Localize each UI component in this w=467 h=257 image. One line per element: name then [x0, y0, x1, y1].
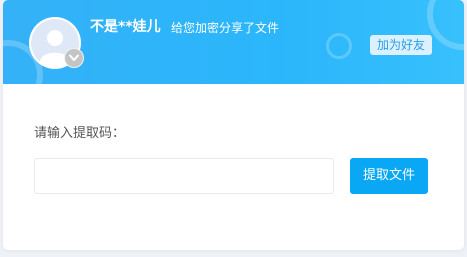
vip-chevron-icon — [69, 54, 79, 61]
extraction-code-input[interactable] — [34, 158, 334, 194]
sharer-name: 不是**娃儿 — [90, 19, 161, 35]
decor-ring-middle — [326, 33, 352, 59]
share-header: 不是**娃儿 给您加密分享了文件 加为好友 — [3, 0, 464, 84]
extraction-code-label: 请输入提取码： — [34, 126, 126, 141]
vip-badge — [64, 48, 84, 68]
decor-ring-right — [427, 0, 464, 50]
extract-file-button[interactable]: 提取文件 — [350, 158, 428, 194]
share-description: 给您加密分享了文件 — [171, 21, 280, 35]
add-friend-button[interactable]: 加为好友 — [370, 35, 432, 55]
share-card: 不是**娃儿 给您加密分享了文件 加为好友 请输入提取码： 提取文件 — [3, 0, 464, 250]
